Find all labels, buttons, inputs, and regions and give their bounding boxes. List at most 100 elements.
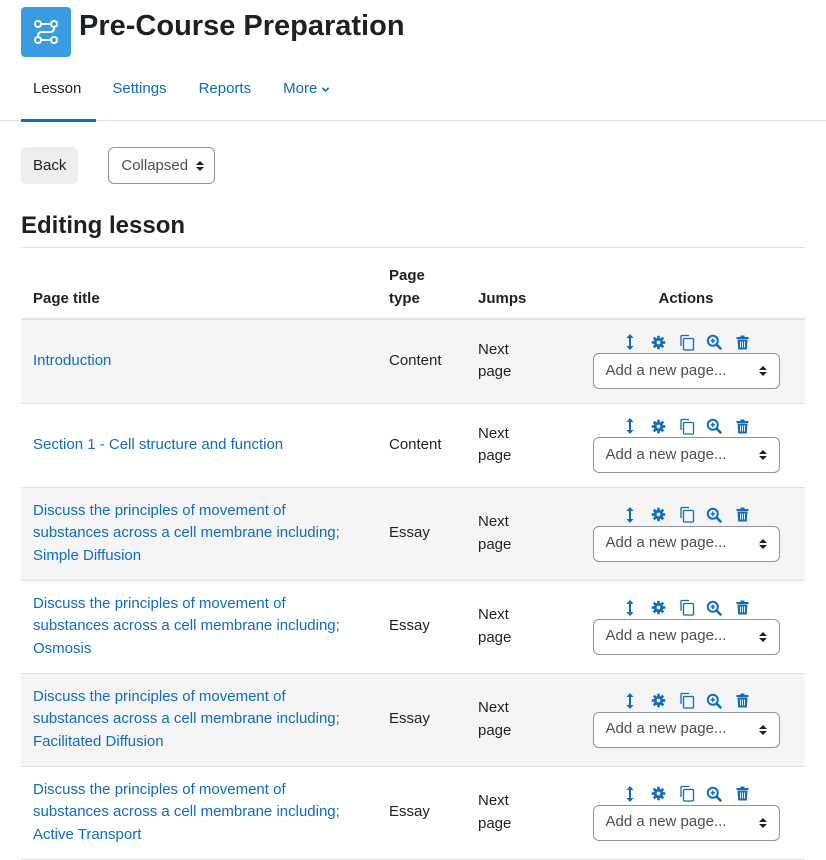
page-title-cell: Discuss the principles of movement of su…	[21, 487, 377, 581]
table-row: Discuss the principles of movement of su…	[21, 580, 805, 674]
jumps-cell: Next page	[466, 319, 567, 404]
settings-gear-icon[interactable]	[644, 417, 672, 435]
actions-cell: Add a new page...	[567, 673, 805, 767]
delete-trash-icon[interactable]	[728, 333, 756, 351]
back-button[interactable]: Back	[21, 147, 79, 184]
move-icon[interactable]	[616, 599, 644, 617]
column-header-page-type: Page type	[377, 255, 466, 320]
delete-trash-icon[interactable]	[728, 417, 756, 435]
tab-reports-label: Reports	[198, 80, 252, 97]
add-new-page-select[interactable]: Add a new page...	[592, 437, 780, 473]
jumps-text: Next page	[478, 792, 512, 832]
duplicate-icon[interactable]	[672, 692, 700, 710]
select-arrows-icon	[758, 538, 767, 549]
page-title-cell: Section 1 - Cell structure and function	[21, 403, 377, 488]
preview-zoom-icon[interactable]	[700, 692, 728, 710]
section-heading: Editing lesson	[21, 209, 805, 248]
jumps-cell: Next page	[466, 673, 567, 767]
add-new-page-select[interactable]: Add a new page...	[592, 353, 780, 390]
settings-gear-icon[interactable]	[644, 333, 672, 351]
duplicate-icon[interactable]	[672, 785, 700, 803]
duplicate-icon[interactable]	[672, 417, 700, 435]
move-icon[interactable]	[616, 506, 644, 524]
action-icons	[616, 506, 756, 524]
settings-gear-icon[interactable]	[644, 506, 672, 524]
settings-gear-icon[interactable]	[644, 599, 672, 617]
delete-trash-icon[interactable]	[728, 692, 756, 710]
tab-lesson[interactable]: Lesson	[21, 68, 97, 122]
action-icons	[616, 333, 756, 351]
delete-trash-icon[interactable]	[728, 785, 756, 803]
action-icons	[616, 692, 756, 710]
action-icons	[616, 785, 756, 803]
move-icon[interactable]	[616, 333, 644, 351]
preview-zoom-icon[interactable]	[700, 506, 728, 524]
add-new-page-select[interactable]: Add a new page...	[592, 525, 780, 562]
add-new-page-select[interactable]: Add a new page...	[592, 804, 780, 841]
duplicate-icon[interactable]	[672, 333, 700, 351]
duplicate-icon[interactable]	[672, 599, 700, 617]
page-type-cell: Essay	[377, 580, 466, 674]
page-type-cell: Content	[377, 403, 466, 488]
page-title-link[interactable]: Discuss the principles of movement of su…	[33, 502, 340, 564]
add-new-page-placeholder: Add a new page...	[605, 627, 727, 645]
page-title-cell: Introduction	[21, 319, 377, 404]
delete-trash-icon[interactable]	[728, 599, 756, 617]
action-icons	[616, 599, 756, 617]
page-title-link[interactable]: Discuss the principles of movement of su…	[33, 781, 340, 843]
page-title-link[interactable]: Discuss the principles of movement of su…	[33, 595, 340, 657]
preview-zoom-icon[interactable]	[700, 785, 728, 803]
preview-zoom-icon[interactable]	[700, 333, 728, 351]
table-row: Discuss the principles of movement of su…	[21, 673, 805, 767]
add-new-page-placeholder: Add a new page...	[605, 813, 727, 831]
tab-settings-label: Settings	[112, 80, 167, 97]
toolbar: Back Collapsed	[21, 147, 216, 184]
actions-cell: Add a new page...	[567, 319, 805, 404]
jumps-cell: Next page	[466, 403, 567, 488]
page-type-cell: Essay	[377, 673, 466, 767]
jumps-cell: Next page	[466, 766, 567, 860]
page-type-cell: Content	[377, 319, 466, 404]
actions-cell: Add a new page...	[567, 766, 805, 860]
column-header-page-title: Page title	[21, 255, 377, 320]
tab-more-label: More	[283, 80, 318, 97]
preview-zoom-icon[interactable]	[700, 599, 728, 617]
add-new-page-placeholder: Add a new page...	[605, 362, 727, 379]
page-title-link[interactable]: Section 1 - Cell structure and function	[33, 436, 283, 453]
jumps-text: Next page	[478, 424, 512, 465]
tab-reports[interactable]: Reports	[183, 68, 268, 121]
jumps-cell: Next page	[466, 487, 567, 581]
view-mode-select[interactable]: Collapsed	[108, 147, 216, 184]
jumps-text: Next page	[478, 340, 512, 381]
tab-settings[interactable]: Settings	[96, 68, 182, 121]
column-header-actions: Actions	[567, 255, 805, 320]
settings-gear-icon[interactable]	[644, 692, 672, 710]
lesson-pages-table: Page title Page type Jumps Actions Intro…	[21, 255, 805, 860]
move-icon[interactable]	[616, 692, 644, 710]
page-title-cell: Discuss the principles of movement of su…	[21, 766, 377, 860]
page-header: Pre-Course Preparation Lesson Settings R…	[0, 0, 826, 122]
settings-gear-icon[interactable]	[644, 785, 672, 803]
move-icon[interactable]	[616, 785, 644, 803]
lesson-icon	[21, 7, 71, 57]
add-new-page-select[interactable]: Add a new page...	[592, 711, 780, 748]
page-title-link[interactable]: Discuss the principles of movement of su…	[33, 688, 340, 750]
add-new-page-placeholder: Add a new page...	[605, 445, 727, 463]
delete-trash-icon[interactable]	[728, 506, 756, 524]
page-title-link[interactable]: Introduction	[33, 352, 111, 369]
actions-cell: Add a new page...	[567, 580, 805, 674]
table-row: Discuss the principles of movement of su…	[21, 766, 805, 860]
move-icon[interactable]	[616, 417, 644, 435]
table-row: Introduction Content Next page Add a new…	[21, 319, 805, 404]
actions-cell: Add a new page...	[567, 487, 805, 581]
add-new-page-select[interactable]: Add a new page...	[592, 618, 780, 655]
tab-lesson-label: Lesson	[33, 80, 82, 97]
table-header-row: Page title Page type Jumps Actions	[21, 255, 805, 320]
page-title: Pre-Course Preparation	[79, 10, 405, 42]
preview-zoom-icon[interactable]	[700, 417, 728, 435]
duplicate-icon[interactable]	[672, 506, 700, 524]
tab-more[interactable]: More	[267, 68, 346, 121]
jumps-text: Next page	[478, 606, 512, 646]
page-type-cell: Essay	[377, 487, 466, 581]
select-arrows-icon	[758, 450, 767, 460]
